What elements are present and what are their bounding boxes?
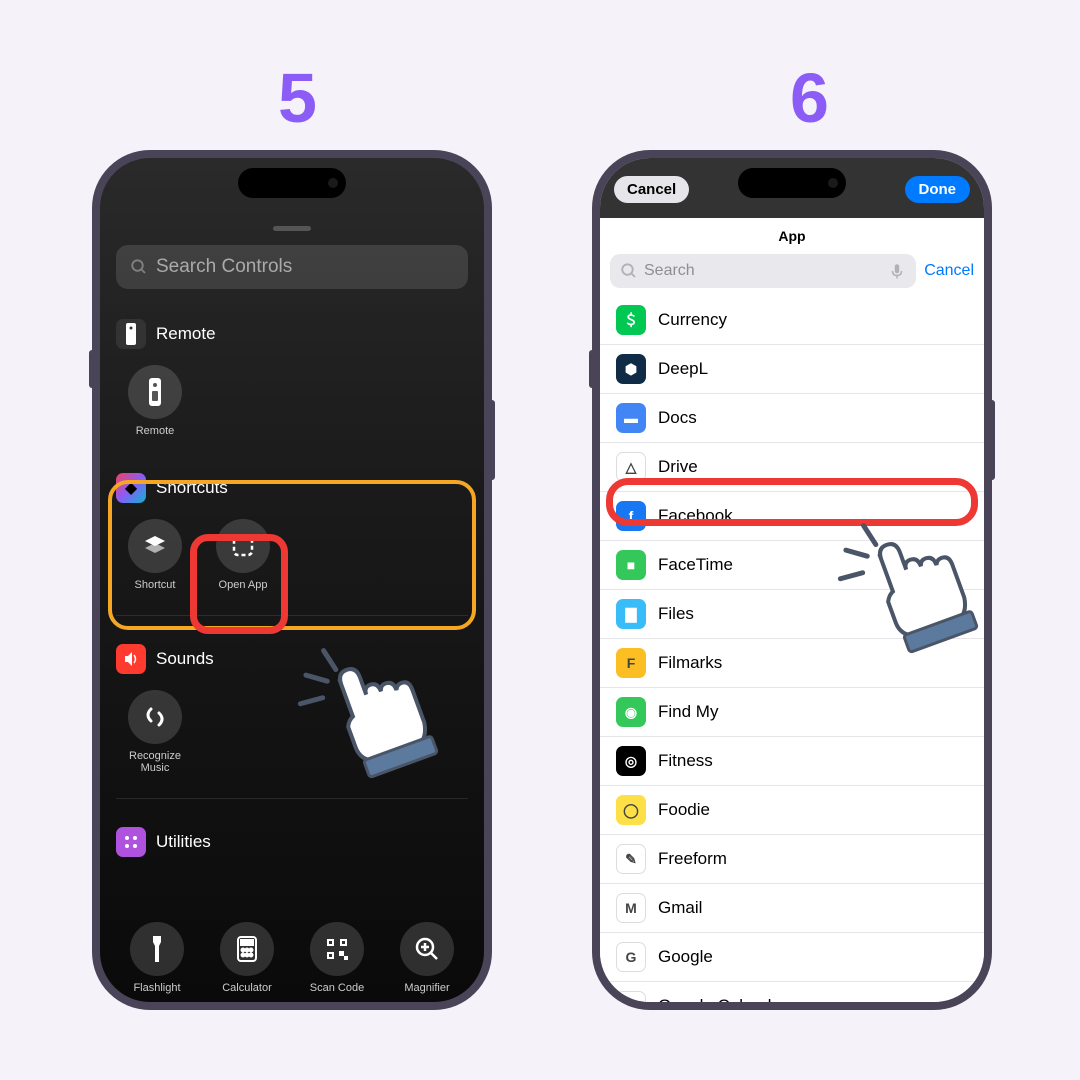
app-name: Google xyxy=(658,947,713,967)
section-utilities: Utilities xyxy=(100,811,484,869)
control-remote[interactable]: Remote xyxy=(116,365,194,437)
search-placeholder: Search Controls xyxy=(156,256,292,278)
app-name: Freeform xyxy=(658,849,727,869)
app-name: FaceTime xyxy=(658,555,733,575)
app-icon: ◯ xyxy=(616,795,646,825)
app-item[interactable]: ◉ Find My xyxy=(600,688,984,737)
app-name: Files xyxy=(658,604,694,624)
app-name: Docs xyxy=(658,408,697,428)
app-name: Drive xyxy=(658,457,698,477)
app-name: Gmail xyxy=(658,898,702,918)
sheet-grabber[interactable] xyxy=(273,226,311,231)
app-icon: M xyxy=(616,893,646,923)
control-flashlight[interactable]: Flashlight xyxy=(118,922,196,994)
calculator-icon xyxy=(220,922,274,976)
screen-left: Search Controls Remote Remote xyxy=(100,158,484,1002)
app-icon: 31 xyxy=(616,991,646,1002)
search-cancel-button[interactable]: Cancel xyxy=(924,262,974,280)
app-name: Filmarks xyxy=(658,653,722,673)
highlight-red-left xyxy=(190,534,288,634)
app-icon: F xyxy=(616,648,646,678)
dynamic-island xyxy=(238,168,346,198)
app-item[interactable]: ▬ Docs xyxy=(600,394,984,443)
control-label: Recognize Music xyxy=(116,750,194,774)
control-label: Magnifier xyxy=(404,982,449,994)
qr-icon xyxy=(310,922,364,976)
tap-cursor-right xyxy=(830,495,990,665)
app-item[interactable]: ◯ Foodie xyxy=(600,786,984,835)
app-picker-panel: App Search Cancel xyxy=(600,218,984,296)
control-label: Scan Code xyxy=(310,982,364,994)
app-item[interactable]: ⬢ DeepL xyxy=(600,345,984,394)
app-icon: ＄ xyxy=(616,305,646,335)
section-title-utilities: Utilities xyxy=(156,832,211,852)
control-calculator[interactable]: Calculator xyxy=(208,922,286,994)
remote-icon xyxy=(128,365,182,419)
search-icon xyxy=(620,262,638,280)
app-icon: ■ xyxy=(616,550,646,580)
highlight-orange xyxy=(108,480,476,630)
mic-icon[interactable] xyxy=(888,262,906,280)
panel-title: App xyxy=(600,218,984,254)
control-label: Flashlight xyxy=(133,982,180,994)
app-item[interactable]: M Gmail xyxy=(600,884,984,933)
app-icon: G xyxy=(616,942,646,972)
search-controls-input[interactable]: Search Controls xyxy=(116,245,468,289)
app-icon: ◎ xyxy=(616,746,646,776)
app-name: Google Calendar xyxy=(658,996,787,1002)
app-icon: ◉ xyxy=(616,697,646,727)
app-item[interactable]: ＄ Currency xyxy=(600,296,984,345)
magnifier-icon xyxy=(400,922,454,976)
utilities-section-icon xyxy=(116,827,146,857)
remote-section-icon xyxy=(116,319,146,349)
search-placeholder: Search xyxy=(644,262,695,280)
app-icon: ✎ xyxy=(616,844,646,874)
section-title-sounds: Sounds xyxy=(156,649,214,669)
divider xyxy=(116,798,468,799)
section-title-remote: Remote xyxy=(156,324,216,344)
app-item[interactable]: ✎ Freeform xyxy=(600,835,984,884)
app-name: Currency xyxy=(658,310,727,330)
app-item[interactable]: ◎ Fitness xyxy=(600,737,984,786)
app-item[interactable]: G Google xyxy=(600,933,984,982)
phone-frame-left: Search Controls Remote Remote xyxy=(92,150,492,1010)
section-remote: Remote Remote xyxy=(100,303,484,449)
cancel-button[interactable]: Cancel xyxy=(614,176,689,203)
app-icon: ▇ xyxy=(616,599,646,629)
app-name: Foodie xyxy=(658,800,710,820)
control-label: Calculator xyxy=(222,982,272,994)
app-icon: ▬ xyxy=(616,403,646,433)
bottom-controls: Flashlight Calculator Scan Code Magnifie… xyxy=(100,922,484,994)
step-number-5: 5 xyxy=(278,58,317,138)
control-recognize-music[interactable]: Recognize Music xyxy=(116,690,194,774)
flashlight-icon xyxy=(130,922,184,976)
done-button[interactable]: Done xyxy=(905,176,971,203)
control-label: Remote xyxy=(136,425,175,437)
app-name: Find My xyxy=(658,702,718,722)
nav-header: Cancel Done xyxy=(600,176,984,203)
app-name: Fitness xyxy=(658,751,713,771)
step-number-6: 6 xyxy=(790,58,829,138)
app-item[interactable]: 31 Google Calendar xyxy=(600,982,984,1002)
app-icon: ⬢ xyxy=(616,354,646,384)
sounds-section-icon xyxy=(116,644,146,674)
control-scan-code[interactable]: Scan Code xyxy=(298,922,376,994)
app-search-input[interactable]: Search xyxy=(610,254,916,288)
search-icon xyxy=(130,258,148,276)
app-name: DeepL xyxy=(658,359,708,379)
tap-cursor-left xyxy=(290,620,450,790)
shazam-icon xyxy=(128,690,182,744)
control-magnifier[interactable]: Magnifier xyxy=(388,922,466,994)
